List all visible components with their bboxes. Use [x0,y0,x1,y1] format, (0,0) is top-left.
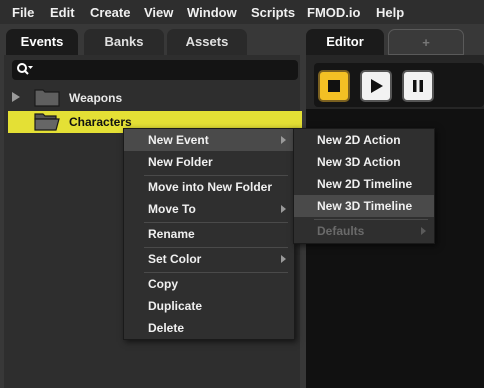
tree-item-label: Weapons [69,91,123,105]
tree-folder-weapons[interactable]: Weapons [8,87,302,109]
tab-editor[interactable]: Editor [306,29,384,55]
menu-item-label: New 2D Timeline [317,177,413,191]
submenu-arrow-icon [421,227,426,235]
menu-item-new-event[interactable]: New Event [124,129,294,151]
menu-fmod-io[interactable]: FMOD.io [307,5,360,20]
menu-item-label: Duplicate [148,299,203,313]
submenu-arrow-icon [281,205,286,213]
menu-item-new-3d-timeline[interactable]: New 3D Timeline [294,195,434,217]
menu-item-label: Set Color [148,252,202,266]
menu-item-copy[interactable]: Copy [124,273,294,295]
menu-item-delete[interactable]: Delete [124,317,294,339]
menu-item-label: New Folder [148,155,213,169]
play-icon [371,79,383,93]
play-button[interactable] [360,70,392,102]
tab-events[interactable]: Events [6,29,78,55]
plus-icon: + [422,35,430,50]
menu-item-label: Delete [148,321,185,335]
tab-assets-label: Assets [185,34,229,49]
menu-item-label: Move To [148,202,196,216]
menu-edit[interactable]: Edit [50,5,75,20]
submenu-arrow-icon [281,255,286,263]
menu-item-label: Defaults [317,224,365,238]
menu-item-move-to[interactable]: Move To [124,198,294,220]
menu-file[interactable]: File [12,5,34,20]
menu-item-label: Copy [148,277,178,291]
menu-item-defaults: Defaults [294,220,434,242]
tab-add-button[interactable]: + [388,29,464,55]
new-event-submenu: New 2D Action New 3D Action New 2D Timel… [293,128,435,244]
stop-icon [328,80,340,92]
menu-item-new-2d-action[interactable]: New 2D Action [294,129,434,151]
open-folder-icon [34,113,60,131]
transport-bar [314,63,484,107]
menu-item-duplicate[interactable]: Duplicate [124,295,294,317]
tab-events-label: Events [20,34,64,49]
menu-window[interactable]: Window [187,5,237,20]
menu-item-label: New Event [148,133,209,147]
submenu-arrow-icon [281,136,286,144]
tab-banks-label: Banks [104,34,144,49]
menu-item-label: New 3D Timeline [317,199,413,213]
menu-item-new-folder[interactable]: New Folder [124,151,294,173]
menu-help[interactable]: Help [376,5,404,20]
stop-button[interactable] [318,70,350,102]
menu-create[interactable]: Create [90,5,130,20]
tab-editor-label: Editor [326,34,364,49]
menu-item-rename[interactable]: Rename [124,223,294,245]
menu-item-label: New 3D Action [317,155,401,169]
menu-item-move-into-new-folder[interactable]: Move into New Folder [124,176,294,198]
expand-arrow-icon[interactable] [12,92,20,102]
folder-icon [34,89,60,107]
menu-view[interactable]: View [144,5,173,20]
tree-item-label: Characters [69,115,132,129]
tab-assets[interactable]: Assets [167,29,247,55]
menu-item-new-2d-timeline[interactable]: New 2D Timeline [294,173,434,195]
tab-banks[interactable]: Banks [84,29,164,55]
context-menu: New Event New Folder Move into New Folde… [123,128,295,340]
menu-scripts[interactable]: Scripts [251,5,295,20]
menu-item-set-color[interactable]: Set Color [124,248,294,270]
menu-item-label: Move into New Folder [148,180,273,194]
menu-item-new-3d-action[interactable]: New 3D Action [294,151,434,173]
menu-item-label: New 2D Action [317,133,401,147]
menu-bar: File Edit Create View Window Scripts FMO… [0,0,484,24]
pause-icon [413,80,423,92]
pause-button[interactable] [402,70,434,102]
search-input[interactable] [12,60,298,80]
search-icon[interactable] [16,62,34,78]
menu-item-label: Rename [148,227,195,241]
